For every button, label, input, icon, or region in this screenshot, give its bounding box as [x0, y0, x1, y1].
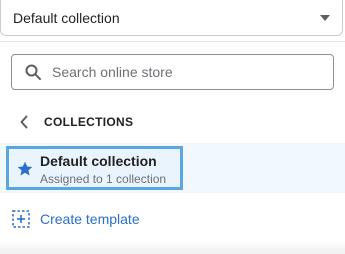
template-select-value: Default collection [13, 10, 120, 26]
collections-back-nav[interactable]: COLLECTIONS [0, 108, 345, 136]
search-field[interactable] [11, 54, 334, 90]
add-template-icon [12, 210, 30, 228]
selected-template-item[interactable]: Default collection Assigned to 1 collect… [6, 146, 183, 190]
create-template-button[interactable]: Create template [0, 204, 345, 234]
search-icon [25, 64, 41, 80]
collections-heading: COLLECTIONS [44, 115, 134, 129]
scroll-shadow [0, 240, 345, 254]
create-template-label: Create template [40, 211, 140, 227]
star-icon [17, 161, 33, 176]
caret-down-icon [320, 15, 330, 21]
template-panel: Default collection COLLECTIONS Default c… [0, 0, 345, 254]
search-input[interactable] [52, 56, 322, 88]
list-item[interactable]: Default collection Assigned to 1 collect… [0, 143, 345, 193]
item-subtitle: Assigned to 1 collection [40, 172, 167, 186]
divider [0, 41, 345, 42]
item-title: Default collection [40, 153, 157, 169]
template-select[interactable]: Default collection [0, 0, 343, 36]
chevron-left-icon[interactable] [19, 115, 29, 129]
